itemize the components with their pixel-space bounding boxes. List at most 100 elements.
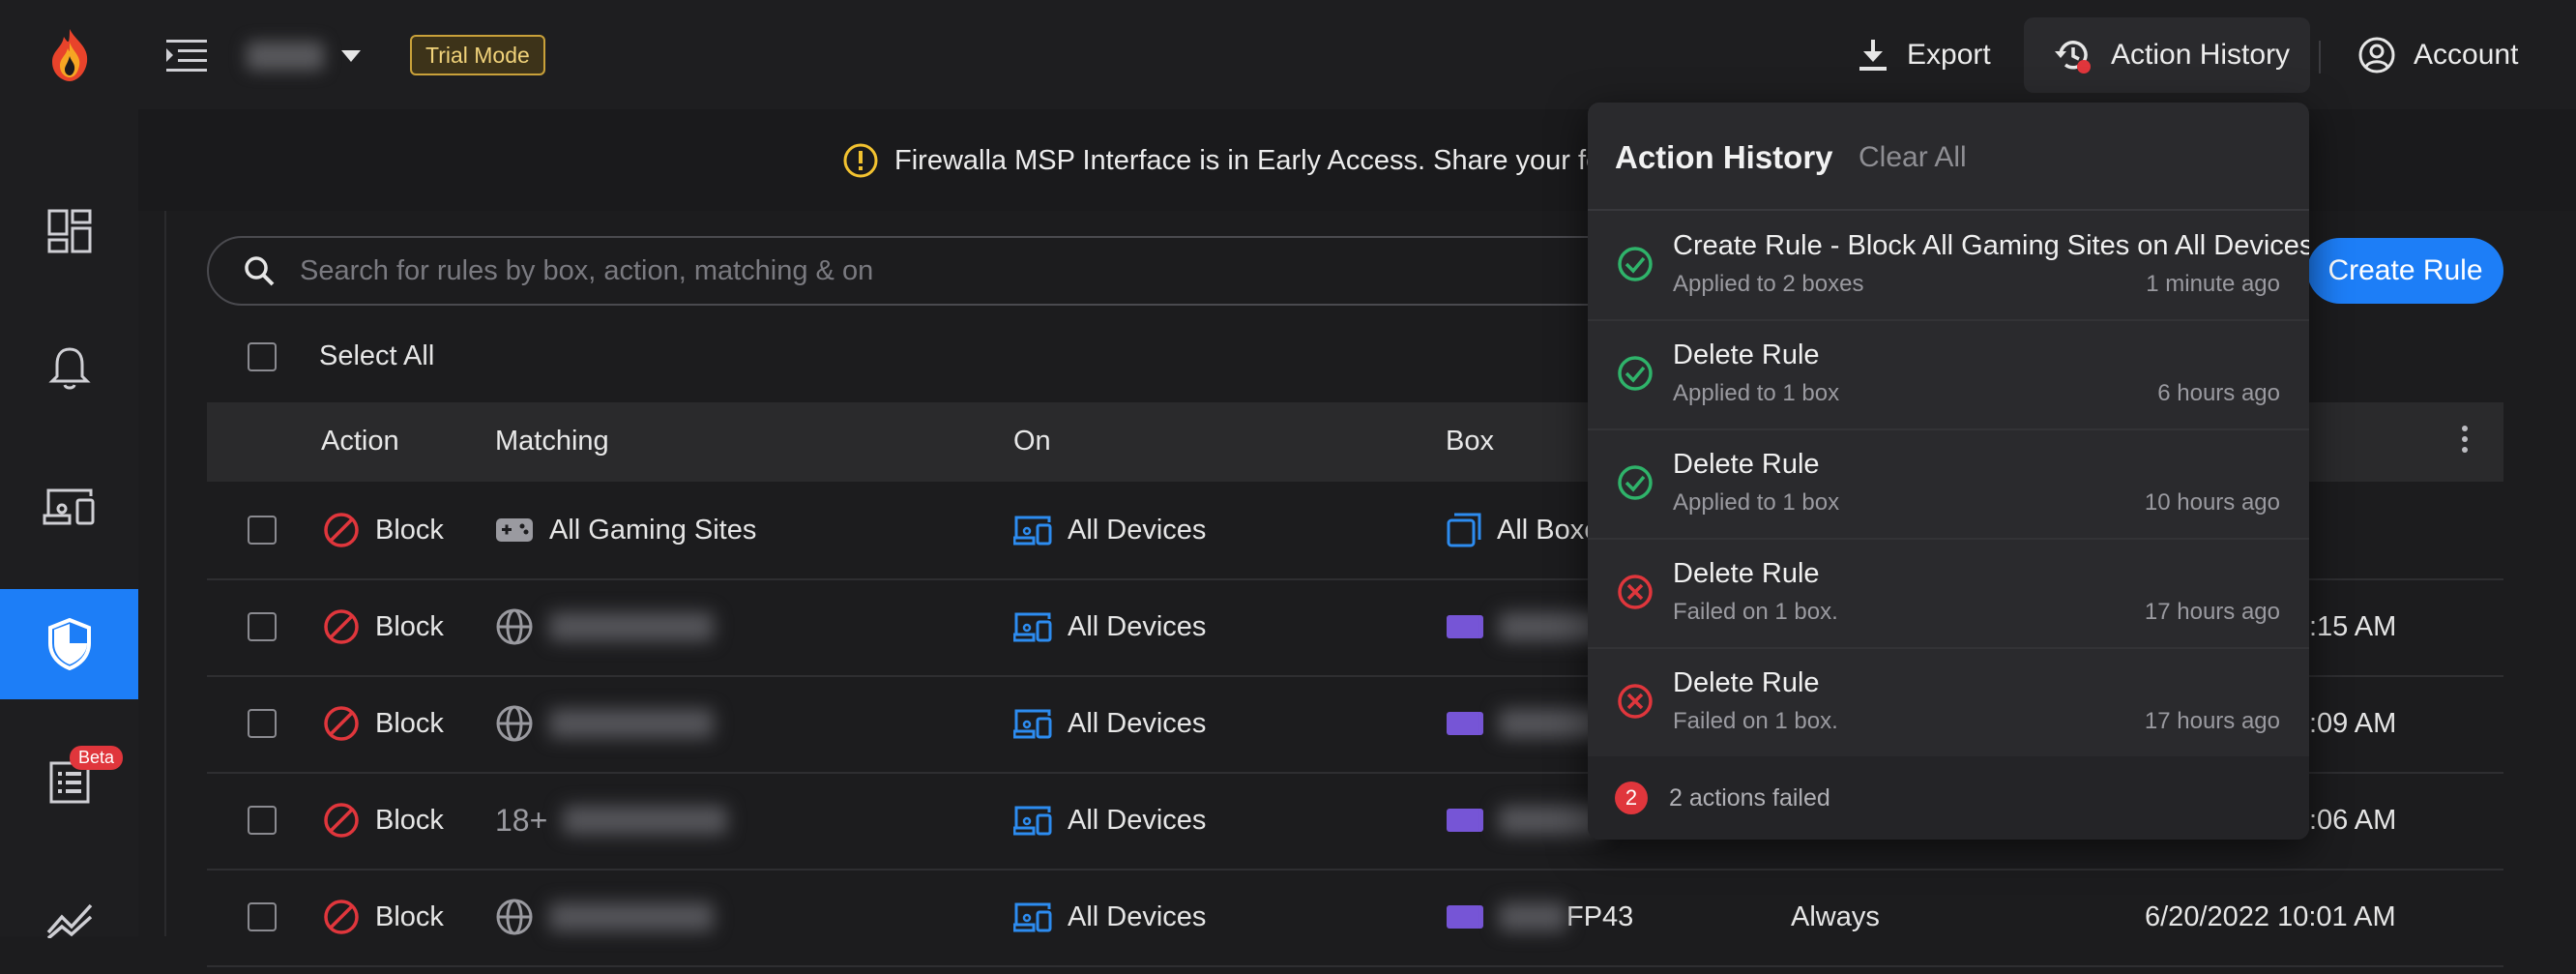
- table-row[interactable]: Block All Devices FP43 Always 6/20/2022 …: [207, 869, 2503, 967]
- domain-redacted: [549, 709, 714, 738]
- firewalla-logo-icon[interactable]: [46, 27, 93, 83]
- history-item-title: Delete Rule: [1673, 339, 1820, 370]
- history-item-detail: Failed on 1 box.: [1673, 599, 1838, 625]
- box-selector[interactable]: [247, 39, 361, 74]
- dashboard-icon: [47, 209, 91, 253]
- select-all-label: Select All: [319, 340, 435, 371]
- domain-redacted: [549, 902, 714, 931]
- create-rule-button[interactable]: Create Rule: [2307, 238, 2503, 304]
- left-sidebar: Beta: [0, 109, 138, 938]
- menu-toggle-icon[interactable]: [164, 37, 209, 75]
- globe-icon: [496, 899, 533, 935]
- success-icon: [1618, 356, 1653, 391]
- matching-cell: [495, 869, 714, 965]
- history-item-detail: Failed on 1 box.: [1673, 708, 1838, 734]
- popover-title: Action History: [1615, 139, 1833, 175]
- on-cell: All Devices: [1013, 869, 1206, 965]
- history-item-time: 17 hours ago: [2144, 599, 2280, 625]
- globe-icon: [496, 705, 533, 742]
- export-button[interactable]: Export: [1857, 17, 1991, 93]
- row-checkbox[interactable]: [248, 516, 277, 545]
- box-cell: [1447, 578, 1605, 675]
- devices-icon: [1013, 806, 1052, 836]
- error-icon: [1618, 684, 1653, 719]
- gamepad-icon: [496, 518, 533, 542]
- sidebar-item-rules[interactable]: [0, 589, 138, 699]
- action-history-button[interactable]: Action History: [2024, 17, 2310, 93]
- on-label: All Devices: [1068, 610, 1207, 642]
- action-cell: Block: [323, 675, 444, 772]
- action-label: Block: [375, 900, 444, 932]
- column-header-matching[interactable]: Matching: [495, 426, 609, 457]
- time-cell: :09 AM: [2309, 675, 2396, 772]
- schedule-cell: Always: [1791, 869, 1880, 965]
- time-cell: :15 AM: [2309, 578, 2396, 675]
- warning-icon: [843, 143, 878, 178]
- sidebar-item-trends[interactable]: [0, 864, 138, 974]
- account-button[interactable]: Account: [2357, 17, 2518, 93]
- matching-cell: [495, 675, 714, 772]
- search-input[interactable]: [298, 253, 1655, 288]
- action-cell: Block: [323, 578, 444, 675]
- history-icon: [2055, 41, 2091, 74]
- box-cell: FP43: [1447, 869, 1633, 965]
- box-label: All Boxe: [1497, 514, 1600, 546]
- select-all-checkbox[interactable]: [248, 341, 277, 371]
- toolbar-divider: [2319, 41, 2321, 74]
- action-label: Block: [375, 610, 444, 642]
- box-name-redacted: [247, 42, 324, 71]
- time-label: 6/20/2022 10:01 AM: [2145, 900, 2396, 932]
- action-label: Block: [375, 707, 444, 739]
- box-cell: [1447, 675, 1605, 772]
- bell-icon: [47, 347, 91, 390]
- account-label: Account: [2414, 39, 2519, 71]
- history-item-detail: Applied to 2 boxes: [1673, 271, 1864, 297]
- trends-icon: [46, 903, 92, 938]
- on-label: All Devices: [1068, 514, 1207, 546]
- history-item[interactable]: Delete Rule Failed on 1 box. 17 hours ag…: [1588, 648, 2309, 758]
- column-header-box[interactable]: Box: [1446, 426, 1494, 457]
- devices-icon: [1013, 709, 1052, 739]
- download-icon: [1859, 40, 1887, 71]
- chevron-down-icon: [341, 50, 361, 62]
- sidebar-item-devices[interactable]: [0, 452, 138, 562]
- top-bar: Trial Mode Export Action History Account: [0, 0, 2576, 111]
- history-item[interactable]: Delete Rule Applied to 1 box 6 hours ago: [1588, 320, 2309, 430]
- time-label: :09 AM: [2309, 707, 2397, 739]
- row-checkbox[interactable]: [248, 709, 277, 738]
- devices-icon: [1013, 612, 1052, 642]
- column-header-on[interactable]: On: [1013, 426, 1051, 457]
- failed-actions-summary[interactable]: 2 2 actions failed: [1588, 756, 2309, 840]
- history-item-title: Delete Rule: [1673, 667, 1820, 698]
- row-checkbox[interactable]: [248, 806, 277, 835]
- action-cell: Block: [323, 772, 444, 869]
- row-checkbox[interactable]: [248, 612, 277, 641]
- history-item-title: Create Rule - Block All Gaming Sites on …: [1673, 230, 2309, 261]
- history-item[interactable]: Delete Rule Applied to 1 box 10 hours ag…: [1588, 429, 2309, 540]
- failed-actions-text: 2 actions failed: [1669, 783, 1830, 812]
- firewalla-box-icon: [1447, 809, 1483, 832]
- on-cell: All Devices: [1013, 578, 1206, 675]
- sidebar-item-logs[interactable]: Beta: [0, 726, 138, 837]
- globe-icon: [496, 608, 533, 645]
- action-label: Block: [375, 514, 444, 546]
- matching-cell: [495, 578, 714, 675]
- action-cell: Block: [323, 869, 444, 965]
- history-item[interactable]: Delete Rule Failed on 1 box. 17 hours ag…: [1588, 539, 2309, 649]
- block-icon: [324, 513, 359, 547]
- schedule-label: Always: [1791, 900, 1880, 932]
- search-icon: [245, 256, 275, 286]
- sidebar-item-dashboard[interactable]: [0, 176, 138, 286]
- history-item[interactable]: Create Rule - Block All Gaming Sites on …: [1588, 211, 2309, 321]
- export-label: Export: [1907, 39, 1991, 71]
- sidebar-item-alarms[interactable]: [0, 313, 138, 424]
- clear-all-button[interactable]: Clear All: [1859, 141, 1967, 174]
- column-header-action[interactable]: Action: [321, 426, 399, 457]
- history-item-time: 1 minute ago: [2146, 271, 2280, 297]
- select-all[interactable]: Select All: [248, 340, 434, 372]
- row-checkbox[interactable]: [248, 902, 277, 931]
- more-options-icon[interactable]: [2462, 426, 2468, 457]
- history-item-detail: Applied to 1 box: [1673, 489, 1840, 516]
- on-label: All Devices: [1068, 707, 1207, 739]
- firewalla-box-icon: [1447, 615, 1483, 638]
